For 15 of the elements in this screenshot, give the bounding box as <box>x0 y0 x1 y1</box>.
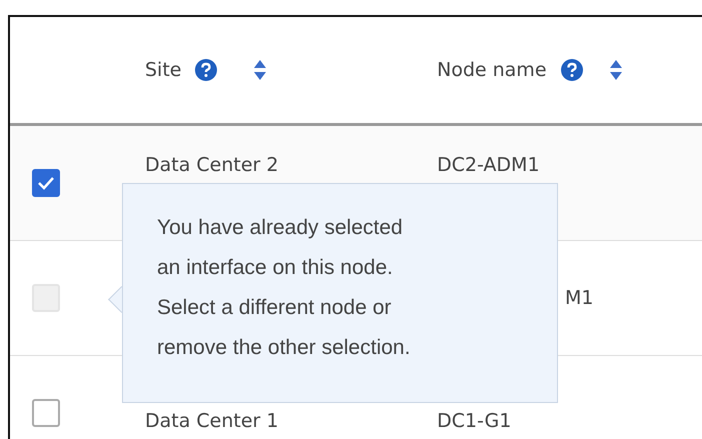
node-name-cell: M1 <box>565 287 594 309</box>
node-name-cell-text: DC2-ADM1 <box>437 154 541 176</box>
help-icon[interactable] <box>560 59 583 81</box>
site-cell-text: Data Center 2 <box>145 154 280 176</box>
site-cell-text: Data Center 1 <box>145 410 280 432</box>
sort-icon[interactable] <box>253 59 268 81</box>
tooltip: You have already selected an interface on this node. Select a different node or remove the other selection. <box>122 183 558 403</box>
column-header[interactable]: Node name <box>437 59 547 81</box>
column-header[interactable]: Site <box>145 59 182 81</box>
node-name-cell-text: DC1-G1 <box>437 410 512 432</box>
row-checkbox[interactable] <box>32 399 60 427</box>
row-checkbox[interactable] <box>32 169 60 197</box>
sort-icon[interactable] <box>608 59 623 81</box>
checkmark-icon <box>37 176 55 190</box>
help-icon[interactable] <box>195 59 218 81</box>
